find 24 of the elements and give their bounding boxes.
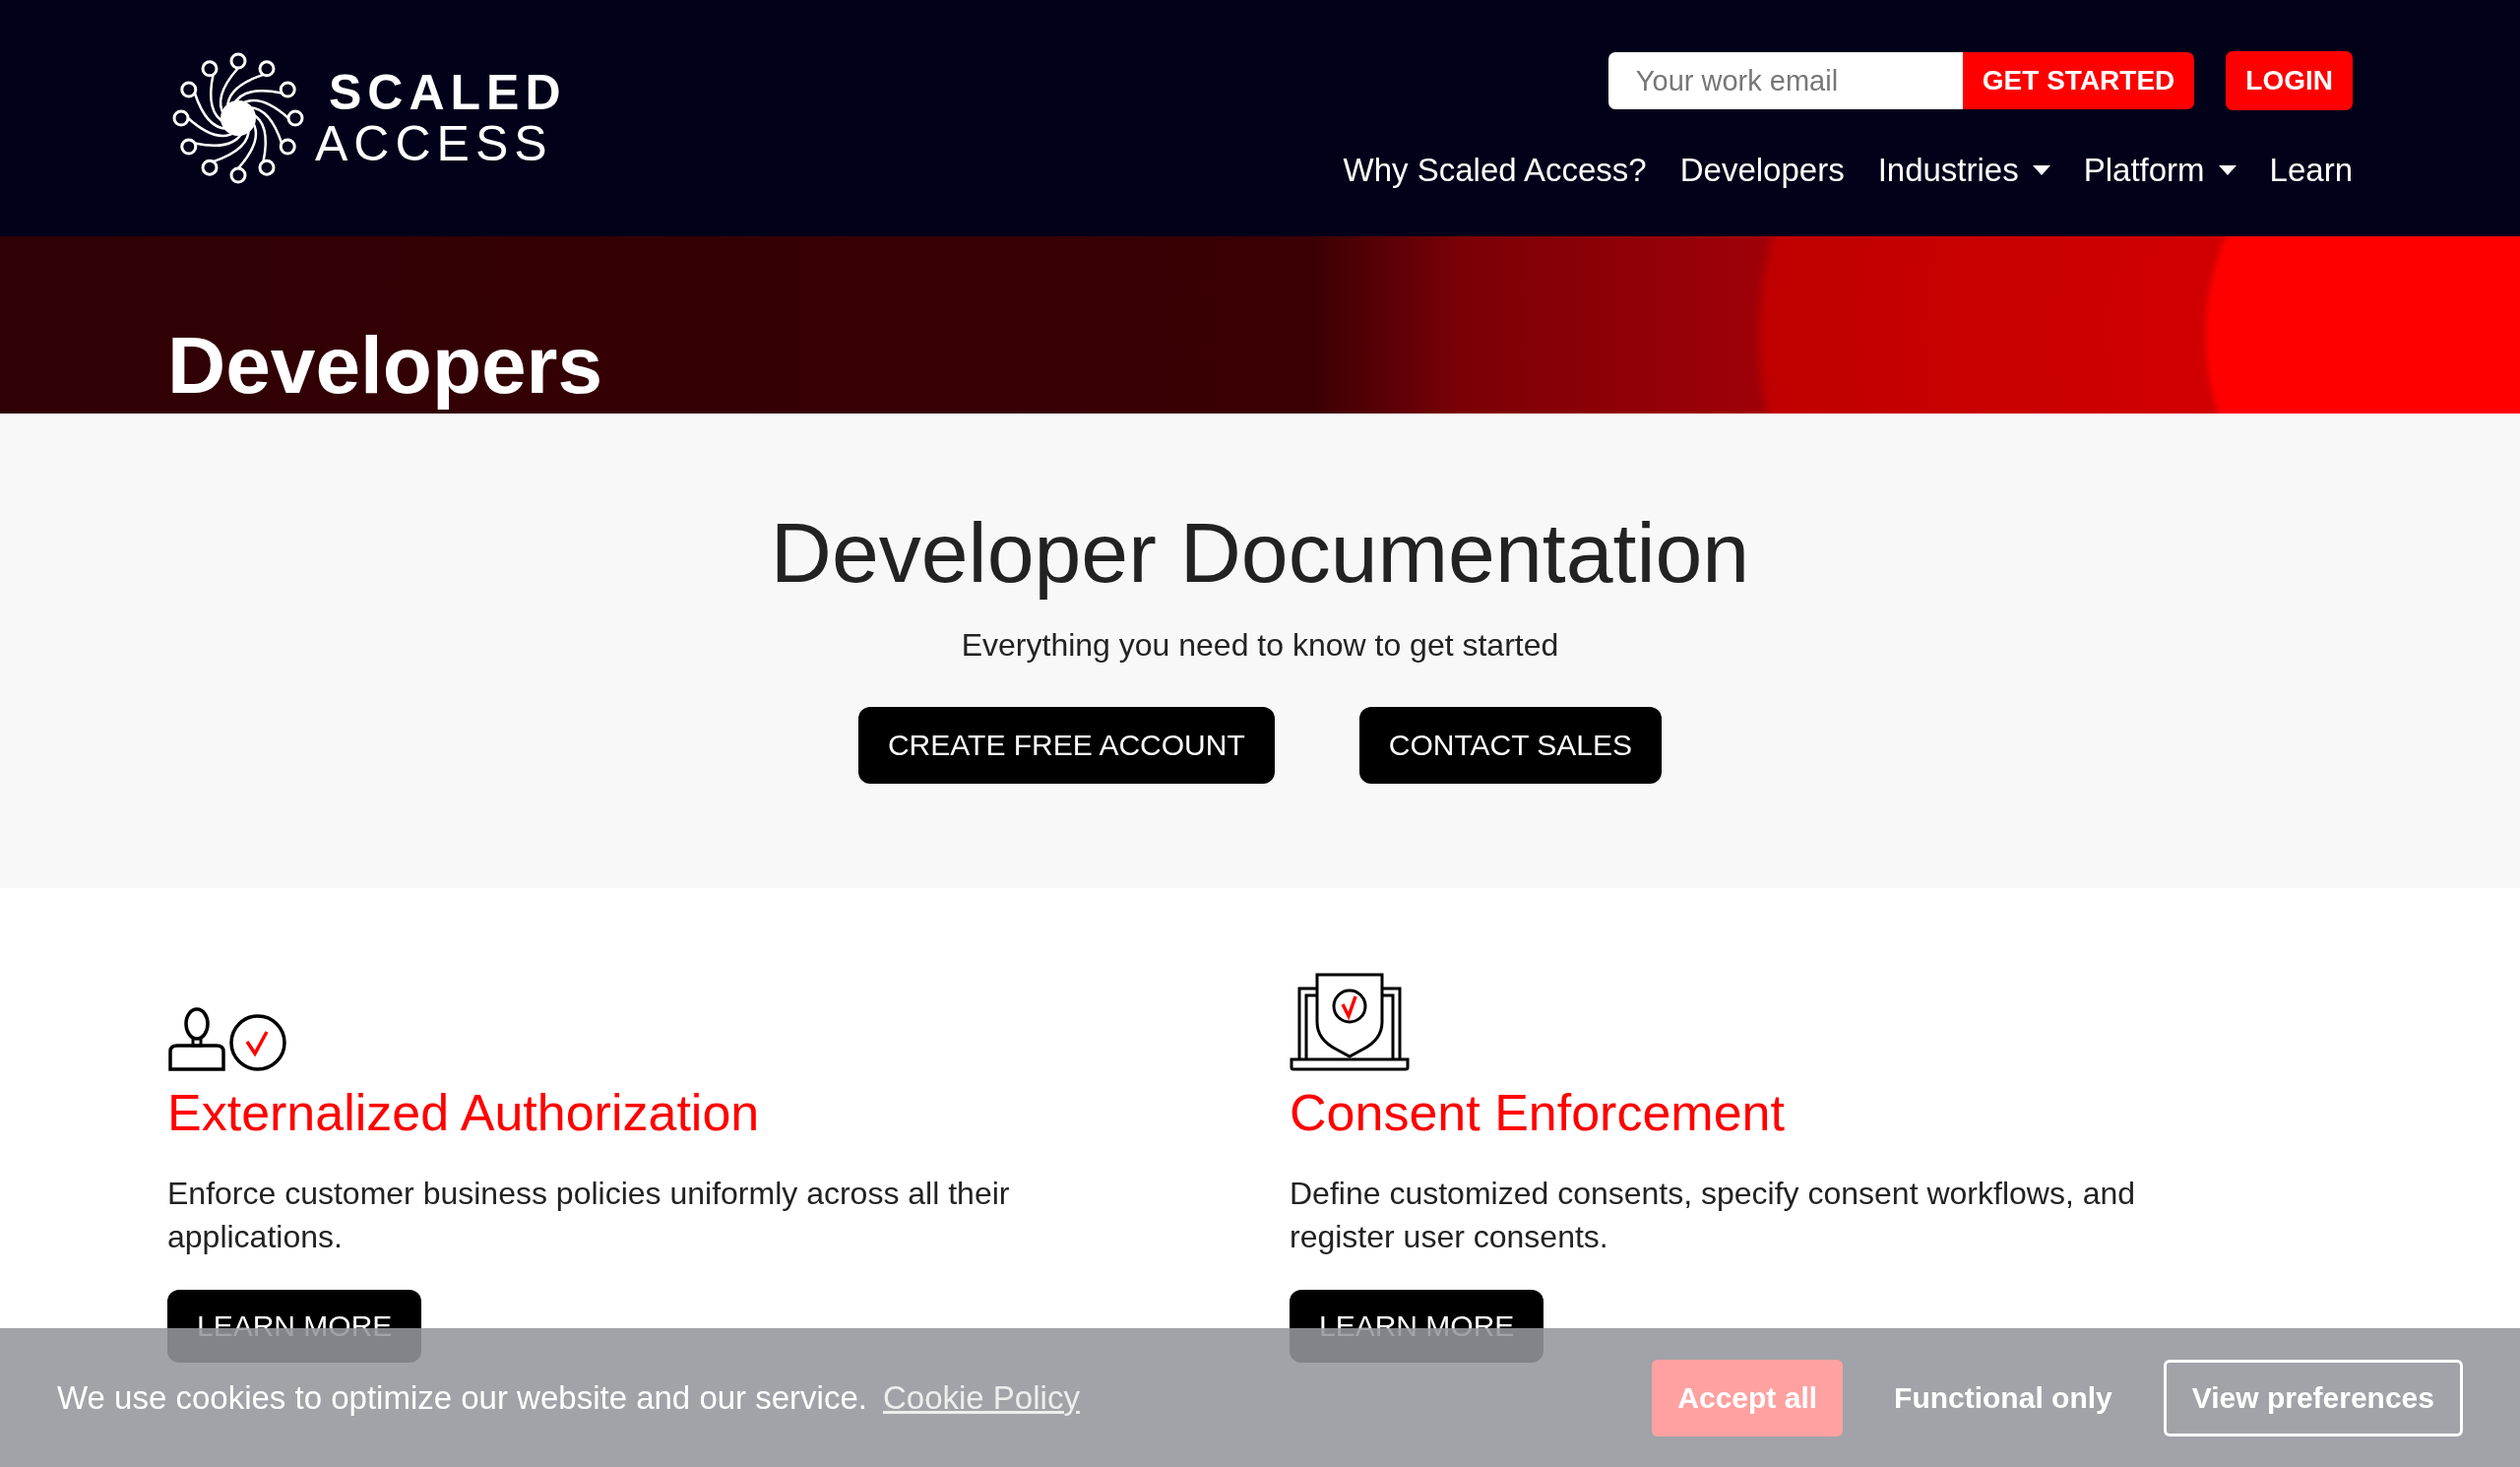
feature-description: Define customized consents, specify consent workflows, and register user consents. bbox=[1290, 1175, 2137, 1256]
nav-link[interactable]: Learn bbox=[2269, 152, 2353, 189]
login-button[interactable]: LOGIN bbox=[2226, 51, 2353, 110]
nav-link[interactable]: Developers bbox=[1679, 152, 1845, 189]
get-started-button[interactable]: GET STARTED bbox=[1962, 52, 2195, 109]
cta-button[interactable]: CONTACT SALES bbox=[1358, 707, 1663, 785]
feature-title: Consent Enforcement bbox=[1290, 1083, 1785, 1142]
nav-link[interactable]: Industries bbox=[1877, 152, 2050, 189]
cta-button[interactable]: CREATE FREE ACCOUNT bbox=[857, 707, 1275, 785]
section-subtitle: Everything you need to know to get started bbox=[961, 627, 1559, 665]
feature-title: Externalized Authorization bbox=[167, 1083, 760, 1142]
logo-text: ACCESS bbox=[315, 118, 554, 169]
caret-icon bbox=[2218, 165, 2236, 175]
caret-icon bbox=[2032, 165, 2050, 175]
laptop-shield-icon bbox=[1290, 973, 1410, 1071]
logo-text: SCALED bbox=[328, 67, 567, 118]
email-field[interactable]: Your work email bbox=[1607, 52, 1963, 109]
nav-link[interactable]: Platform bbox=[2083, 152, 2236, 189]
page-title: Developers bbox=[167, 325, 603, 412]
cookie-message: We use cookies to optimize our website and our service. bbox=[57, 1378, 867, 1417]
nav-link[interactable]: Why Scaled Access? bbox=[1343, 152, 1647, 189]
user-check-icon bbox=[167, 1006, 289, 1071]
feature-description: Enforce customer business policies uniformly across all their applications. bbox=[167, 1175, 1011, 1256]
section-title: Developer Documentation bbox=[770, 504, 1750, 602]
